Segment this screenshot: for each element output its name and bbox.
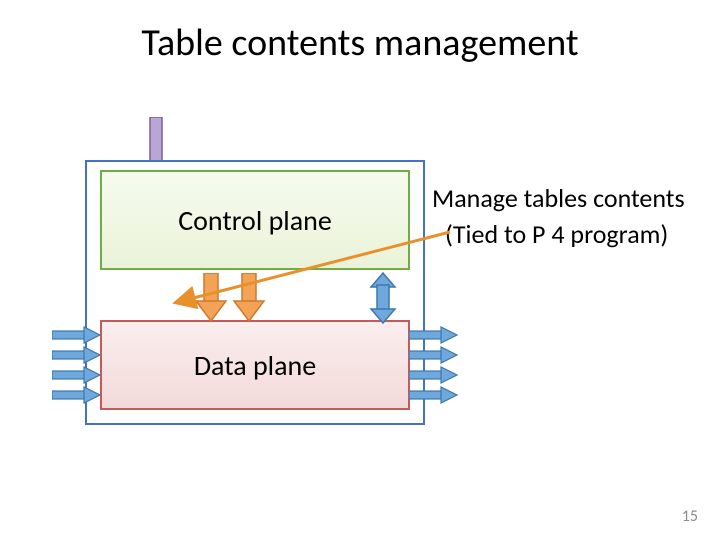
arrow-out-1 (409, 326, 459, 344)
arrow-in-3 (52, 366, 102, 384)
arrow-annotation-to-control (168, 222, 458, 314)
arrow-in-1 (52, 326, 102, 344)
arrow-out-3 (409, 366, 459, 384)
data-plane-label: Data plane (194, 348, 316, 383)
slide-title: Table contents management (0, 20, 720, 66)
data-plane-box: Data plane (100, 320, 410, 410)
arrow-out-2 (409, 346, 459, 364)
arrow-in-2 (52, 346, 102, 364)
arrow-out-4 (409, 386, 459, 404)
page-number: 15 (682, 507, 698, 526)
annotation-tied-to-p4: (Tied to P 4 program) (445, 218, 668, 250)
annotation-manage-tables: Manage tables contents (432, 182, 685, 214)
arrow-in-4 (52, 386, 102, 404)
